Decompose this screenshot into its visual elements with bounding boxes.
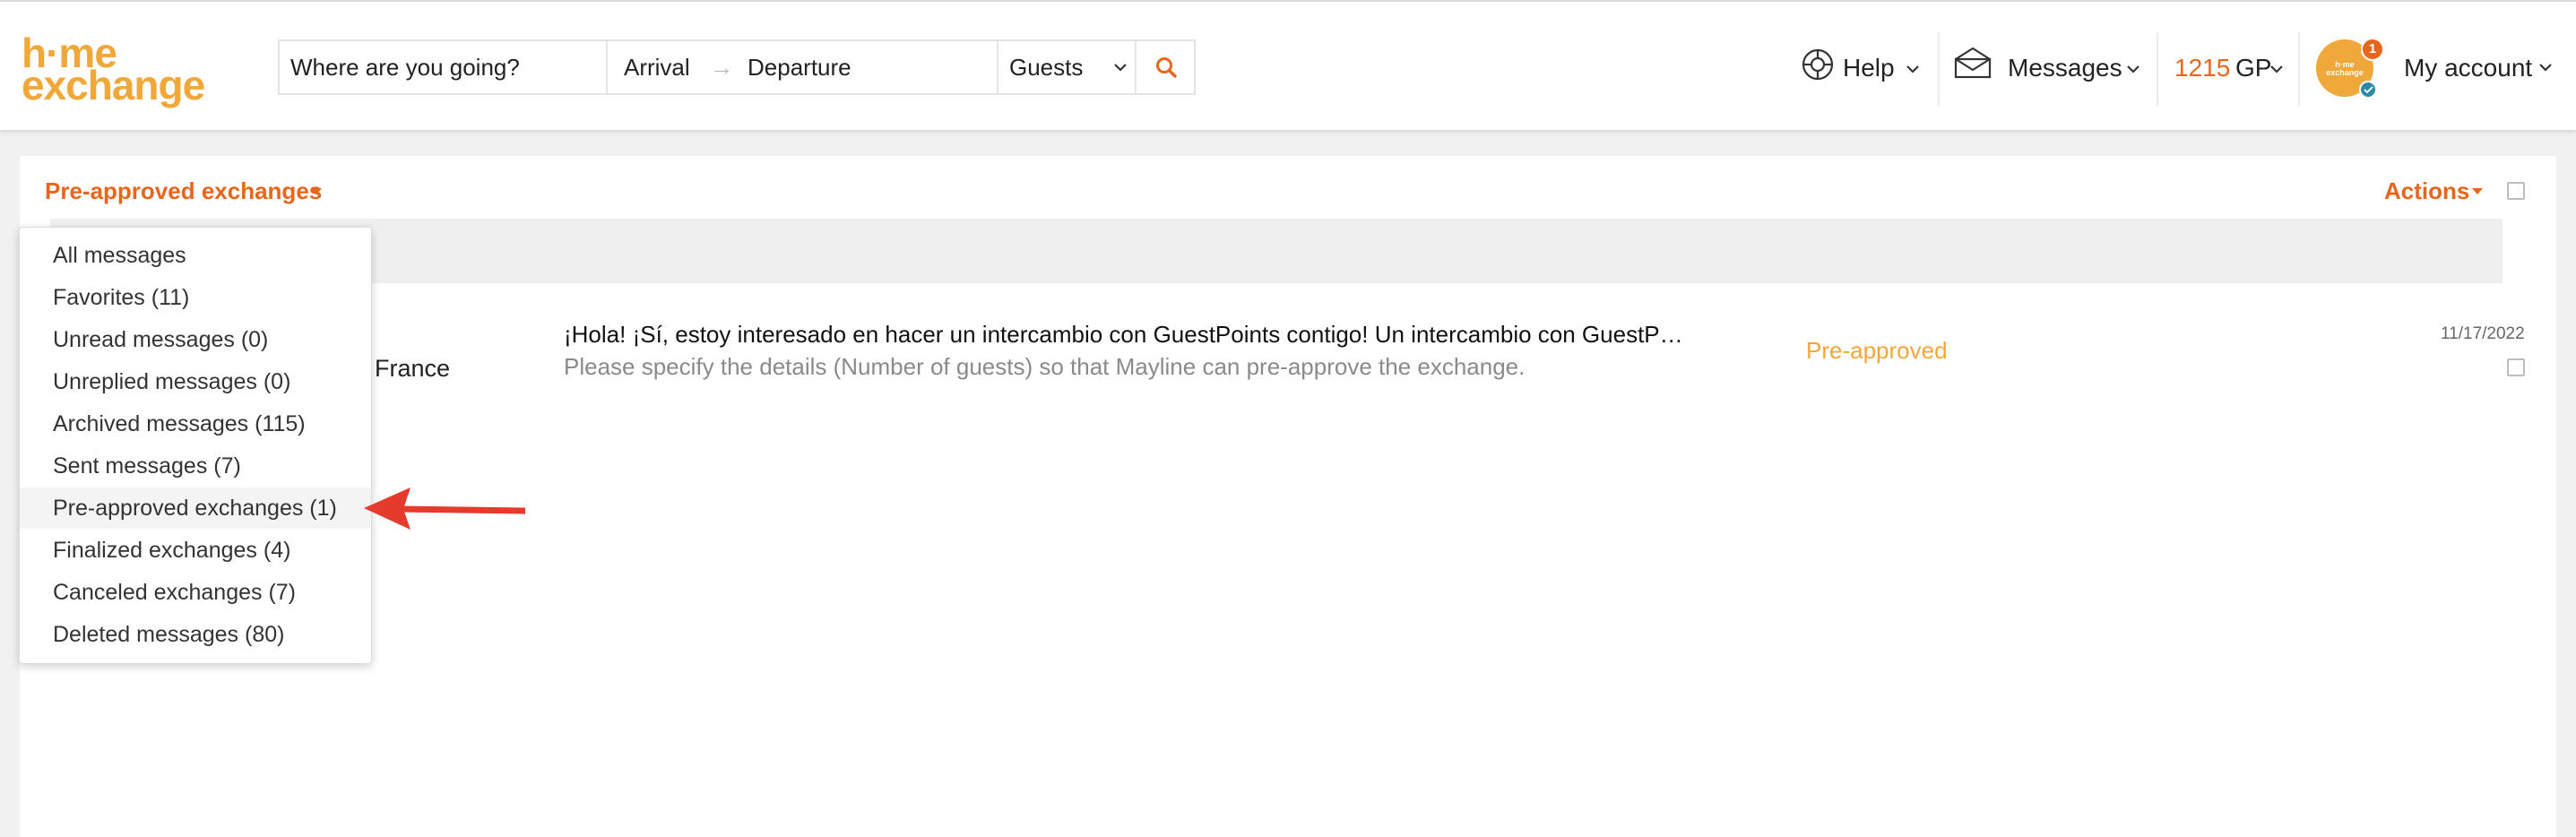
guestpoints-menu[interactable]: 1215 GP xyxy=(2173,41,2286,95)
chevron-down-icon xyxy=(2127,65,2139,73)
filter-label: Pre-approved exchanges xyxy=(45,177,323,204)
caret-down-icon xyxy=(2472,188,2483,194)
notification-count: 1 xyxy=(2368,41,2377,56)
filter-dropdown-toggle[interactable]: Pre-approved exchanges xyxy=(43,176,330,206)
menu-item-canceled[interactable]: Canceled exchanges (7) xyxy=(20,572,371,613)
select-all-checkbox[interactable] xyxy=(2507,182,2525,200)
lifebuoy-icon xyxy=(1802,48,1834,81)
nav-divider xyxy=(2157,32,2158,106)
menu-item-pre-approved[interactable]: Pre-approved exchanges (1) xyxy=(20,488,371,529)
message-preview-line2: Please specify the details (Number of gu… xyxy=(564,353,1526,380)
help-label: Help xyxy=(1843,54,1895,82)
message-row[interactable]: France ¡Hola! ¡Sí, estoy interesado en h… xyxy=(50,305,2525,403)
chevron-down-icon xyxy=(1906,65,1919,73)
menu-item-sent[interactable]: Sent messages (7) xyxy=(20,445,371,487)
account-label: My account xyxy=(2404,54,2533,82)
menu-item-favorites[interactable]: Favorites (11) xyxy=(20,277,371,318)
filter-bar xyxy=(50,219,2503,283)
destination-input[interactable]: Where are you going? xyxy=(280,41,608,93)
menu-item-unreplied[interactable]: Unreplied messages (0) xyxy=(20,361,371,402)
verified-badge-icon xyxy=(2359,81,2377,99)
guestpoints-unit: GP xyxy=(2235,54,2272,82)
guestpoints-value: 1215 xyxy=(2174,54,2231,82)
status-badge: Pre-approved xyxy=(1806,337,1948,364)
help-menu[interactable]: Help xyxy=(1796,41,1940,95)
dates-field[interactable]: Arrival → Departure xyxy=(608,41,998,93)
search-bar: Where are you going? Arrival → Departure… xyxy=(278,39,1196,95)
message-checkbox[interactable] xyxy=(2507,358,2525,376)
sender-location: France xyxy=(375,355,451,382)
logo-line-2: exchange xyxy=(22,62,205,108)
message-preview-line1: ¡Hola! ¡Sí, estoy interesado en hacer un… xyxy=(564,321,1683,348)
account-menu[interactable]: h·me exchange 1 My account xyxy=(2311,34,2571,102)
avatar-logo-text: h·me exchange xyxy=(2326,60,2364,77)
chevron-down-icon xyxy=(2539,64,2552,72)
nav-divider xyxy=(1938,32,1940,106)
homeexchange-logo[interactable]: h·me exchange xyxy=(22,29,255,109)
messages-label: Messages xyxy=(2008,54,2122,82)
notification-badge: 1 xyxy=(2361,38,2384,61)
actions-dropdown[interactable]: Actions xyxy=(2382,176,2490,206)
search-icon xyxy=(1156,57,1177,78)
search-button[interactable] xyxy=(1137,41,1194,93)
filter-dropdown-menu: All messages Favorites (11) Unread messa… xyxy=(19,227,372,664)
menu-item-archived[interactable]: Archived messages (115) xyxy=(20,403,371,444)
departure-label: Departure xyxy=(748,54,851,81)
menu-item-deleted[interactable]: Deleted messages (80) xyxy=(20,614,371,655)
chevron-down-icon xyxy=(1114,64,1127,72)
guests-select[interactable]: Guests xyxy=(998,41,1137,93)
annotation-arrow-icon xyxy=(364,488,526,530)
chevron-down-icon xyxy=(2270,65,2283,73)
arrival-label: Arrival xyxy=(624,54,690,81)
menu-item-finalized[interactable]: Finalized exchanges (4) xyxy=(20,530,371,571)
destination-placeholder: Where are you going? xyxy=(290,54,520,81)
actions-label: Actions xyxy=(2384,177,2470,204)
caret-down-icon xyxy=(311,188,322,194)
messages-menu[interactable]: Messages xyxy=(1952,41,2151,95)
guests-label: Guests xyxy=(1009,54,1084,81)
top-navbar: h·me exchange Where are you going? Arriv… xyxy=(0,0,2576,130)
date-range-arrow: → xyxy=(710,54,733,81)
menu-item-unread[interactable]: Unread messages (0) xyxy=(20,319,371,360)
message-date: 11/17/2022 xyxy=(2441,324,2525,343)
nav-divider xyxy=(2298,32,2300,106)
menu-item-all-messages[interactable]: All messages xyxy=(20,235,371,276)
envelope-icon xyxy=(1954,47,1992,79)
